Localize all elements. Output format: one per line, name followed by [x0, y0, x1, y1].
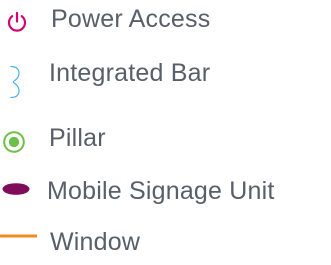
legend-item-pillar: Pillar [0, 117, 331, 157]
power-icon [7, 11, 27, 32]
legend-label-power-access: Power Access [51, 5, 211, 33]
window-line-icon [0, 234, 37, 238]
bracket-icon [10, 65, 20, 99]
pillar-icon [3, 131, 25, 153]
legend-item-integrated-bar: Integrated Bar [0, 56, 331, 99]
legend-item-mobile-signage-unit: Mobile Signage Unit [0, 172, 331, 212]
legend-label-mobile-signage-unit: Mobile Signage Unit [47, 177, 275, 205]
legend-item-power-access: Power Access [0, 0, 331, 40]
legend-label-pillar: Pillar [49, 124, 106, 152]
legend-label-integrated-bar: Integrated Bar [49, 59, 211, 87]
legend-label-window: Window [50, 228, 141, 256]
legend-item-window: Window [0, 225, 331, 265]
map-legend: Power Access Integrated Bar Pillar Mobil… [0, 0, 331, 259]
signage-icon [2, 183, 30, 195]
